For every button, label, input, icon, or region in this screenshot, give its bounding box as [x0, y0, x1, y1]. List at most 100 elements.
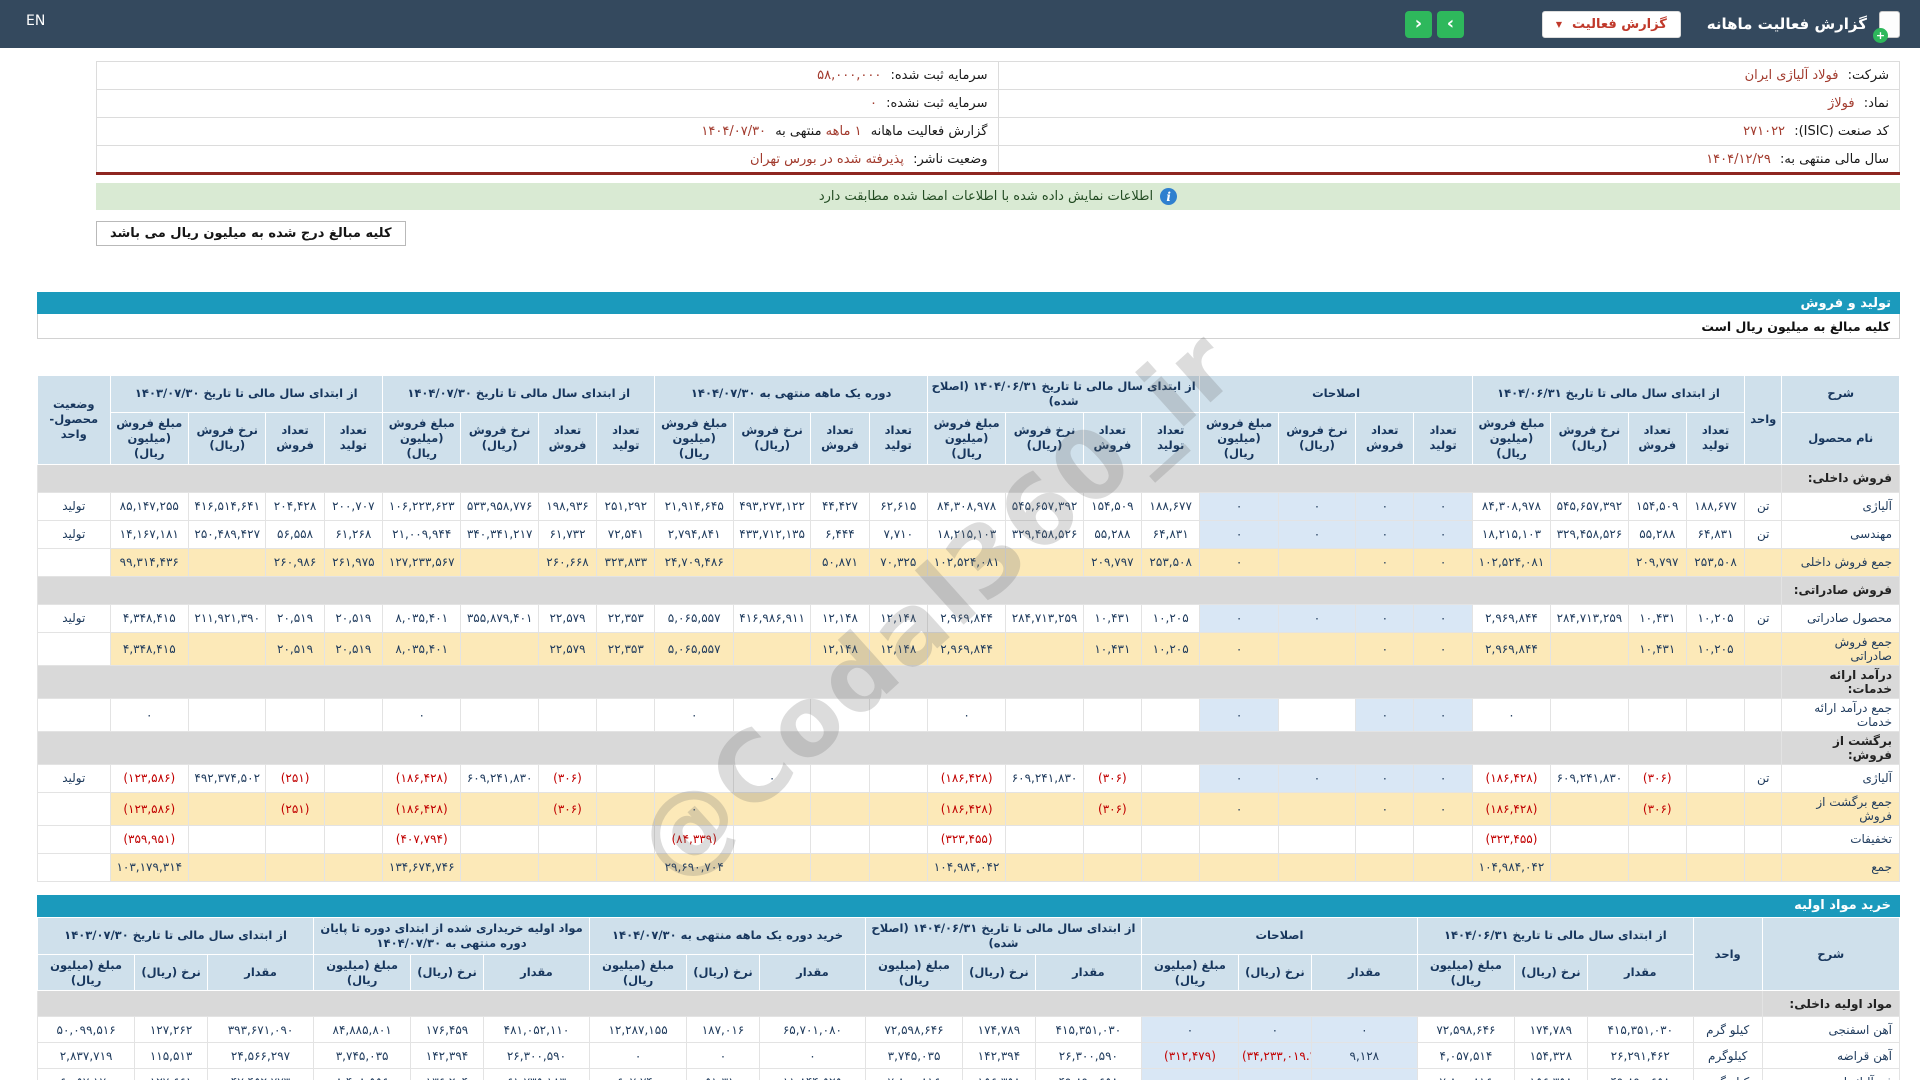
cell: ۱۰,۲۰۵: [1685, 631, 1746, 666]
cell: ۵,۰۶۵,۵۵۷: [654, 631, 734, 666]
cell: ۸۵,۱۴۷,۲۵۵: [109, 491, 190, 521]
cell: (۱۸۶,۴۲۸): [1471, 763, 1552, 793]
cell: ۱۲,۲۸۷,۱۵۵: [589, 1016, 688, 1044]
language-toggle-en[interactable]: EN: [26, 13, 45, 29]
cell: [596, 697, 656, 732]
row-label: جمع فروش داخلی: [1781, 547, 1900, 577]
cell: (۳۰۶): [1082, 763, 1143, 793]
cell: ۳,۷۴۵,۰۳۵: [864, 1042, 964, 1070]
cell: ۶,۰۵۷,۱۷۰: [36, 1068, 136, 1080]
cell: ۱۲,۱۴۸: [810, 631, 870, 666]
company-info-row: کد صنعت (ISIC): ۲۷۱۰۲۲ گزارش فعالیت ماهان…: [96, 117, 1900, 146]
section-row: درآمد ارائه خدمات:: [36, 664, 1900, 699]
column-header: مبلغ فروش (میلیون ریال): [1199, 411, 1279, 465]
cell: [460, 547, 539, 577]
cell: [596, 791, 656, 826]
cell: [187, 697, 267, 732]
row-status: تولید: [37, 519, 111, 549]
cell: ۲۰۰,۷۰۷: [323, 491, 384, 521]
table-row: مهندسی تن ۶۴,۸۳۱ ۵۵,۲۸۸ ۳۲۹,۴۵۸,۵۲۶ ۱۸,۲۱۵,۱۰…: [37, 519, 1900, 549]
column-header: از ابتدای سال مالی تا تاریخ ۱۴۰۳/۰۷/۳۰: [36, 916, 315, 955]
cell: [1277, 697, 1357, 732]
cell: ۰: [1310, 1068, 1418, 1080]
cell: ۷,۷۱۰: [868, 519, 928, 549]
cell: ۲,۹۶۹,۸۴۴: [926, 603, 1007, 633]
table-row: جمع فروش صادراتی ۱۰,۲۰۵ ۱۰,۴۳۱ ۲,۹۶۹,۸۴۴ ۰ ۰ ۰…: [37, 631, 1900, 666]
cell: [732, 852, 812, 882]
cell: ۲۰,۵۱۹: [323, 631, 384, 666]
cell: ۱۸۸,۶۷۷: [1141, 491, 1201, 521]
company-info-row: نماد: فولاژ سرمایه ثبت نشده: ۰: [96, 89, 1900, 118]
row-unit: [1744, 852, 1783, 882]
cell: (۲۵۱): [265, 791, 325, 826]
table-row: جمع ۱۰۴,۹۸۴,۰۴۲ ۱۰۴,۹۸۴,۰۴۲ ۲۹,۶۹۰,۷۰۴ ۱۳۴,۶…: [37, 852, 1900, 882]
cell: ۴۱۶,۵۱۴,۶۴۱: [187, 491, 267, 521]
column-header: واحد: [1692, 916, 1763, 992]
cell: ۰: [109, 697, 190, 732]
cell: (۱۲۳,۵۸۶): [109, 763, 190, 793]
cell: ۰: [1355, 519, 1415, 549]
cell: [654, 763, 734, 793]
cell: ۰: [926, 697, 1007, 732]
cell: ۸۴,۸۸۵,۸۰۱: [313, 1016, 412, 1044]
cell: ۰: [732, 763, 812, 793]
cell: [732, 791, 812, 826]
row-label: جمع درآمد ارائه خدمات: [1781, 697, 1900, 732]
cell: ۵۶,۵۵۸: [265, 519, 325, 549]
cell: [732, 824, 812, 854]
cell: ۹,۱۲۸: [1310, 1042, 1418, 1070]
cell: ۱۰,۲۰۵: [1141, 631, 1201, 666]
cell: ۳۵۵,۸۷۹,۴۰۱: [460, 603, 539, 633]
cell: (۸۴,۳۳۹): [654, 824, 734, 854]
cell: ۲۵۱,۲۹۲: [596, 491, 656, 521]
cell: ۲۰۹,۷۹۷: [1627, 547, 1687, 577]
cell: ۶۴,۸۳۱: [1141, 519, 1201, 549]
column-header: مبلغ فروش (میلیون ریال): [926, 411, 1007, 465]
cell: ۴,۰۵۷,۵۱۴: [1416, 1042, 1515, 1070]
cell: ۴۳۳,۷۱۲,۱۳۵: [732, 519, 812, 549]
cell: ۱۲,۱۴۸: [810, 603, 870, 633]
cell: [810, 791, 870, 826]
cell: [868, 824, 928, 854]
cell: ۰: [1413, 547, 1473, 577]
cell: ۱۲,۱۴۸: [868, 631, 928, 666]
cell: ۱۴۲,۳۹۴: [962, 1042, 1036, 1070]
cell: (۳۵۹,۹۵۱): [109, 824, 190, 854]
column-header: مبلغ (میلیون ریال): [1416, 953, 1515, 992]
row-unit: کیلوگرم: [1692, 1042, 1763, 1070]
cell: ۰: [1277, 763, 1357, 793]
row-unit: کیلو گرم: [1692, 1016, 1763, 1044]
cell: ۰: [1413, 491, 1473, 521]
column-header: نرخ فروش (ریال): [460, 411, 539, 465]
cell: ۲,۷۹۴,۸۴۱: [654, 519, 734, 549]
report-type-dropdown[interactable]: گزارش فعالیت ▼: [1541, 10, 1681, 38]
column-header: مقدار: [758, 953, 866, 992]
cell: ۲۸۴,۷۱۳,۲۵۹: [1005, 603, 1084, 633]
row-label: آلیاژی: [1781, 491, 1900, 521]
cell: ۲۹,۶۹۰,۷۰۴: [654, 852, 734, 882]
cell: ۴۹۲,۳۷۴,۵۰۲: [187, 763, 267, 793]
production-sales-table: شرح واحد از ابتدای سال مالی تا تاریخ ۱۴۰۴/…: [36, 375, 1900, 882]
amounts-note-row: کلیه مبالغ درج شده به میلیون ریال می باش…: [96, 221, 1900, 246]
column-header: تعداد تولید: [1413, 411, 1473, 465]
cell: [187, 547, 267, 577]
cell: [810, 824, 870, 854]
column-header: تعداد فروش: [1355, 411, 1415, 465]
topbar-content: + گزارش فعالیت ماهانه گزارش فعالیت ▼ › ‹: [37, 10, 1900, 43]
cell: ۳۴۰,۳۴۱,۲۱۷: [460, 519, 539, 549]
cell: [596, 824, 656, 854]
cell: ۱۱,۸۴۴,۵۲۵: [758, 1068, 866, 1080]
cell: ۲۵۳,۵۰۸: [1141, 547, 1201, 577]
column-header: مبلغ فروش (میلیون ریال): [381, 411, 462, 465]
cell: ۱۸۸,۶۷۷: [1685, 491, 1746, 521]
nav-forward-button[interactable]: ›: [1436, 10, 1464, 38]
cell: ۶۰۹,۲۴۱,۸۳۰: [1550, 763, 1629, 793]
cell: (۱۸۶,۴۲۸): [1471, 791, 1552, 826]
nav-back-button[interactable]: ‹: [1404, 10, 1432, 38]
cell: [265, 852, 325, 882]
column-header: مبلغ (میلیون ریال): [313, 953, 412, 992]
cell: ۰: [1277, 603, 1357, 633]
cell: [1082, 697, 1143, 732]
cell: ۱۰۴,۹۸۴,۰۴۲: [1471, 852, 1552, 882]
cell: (۲۵۱): [265, 763, 325, 793]
